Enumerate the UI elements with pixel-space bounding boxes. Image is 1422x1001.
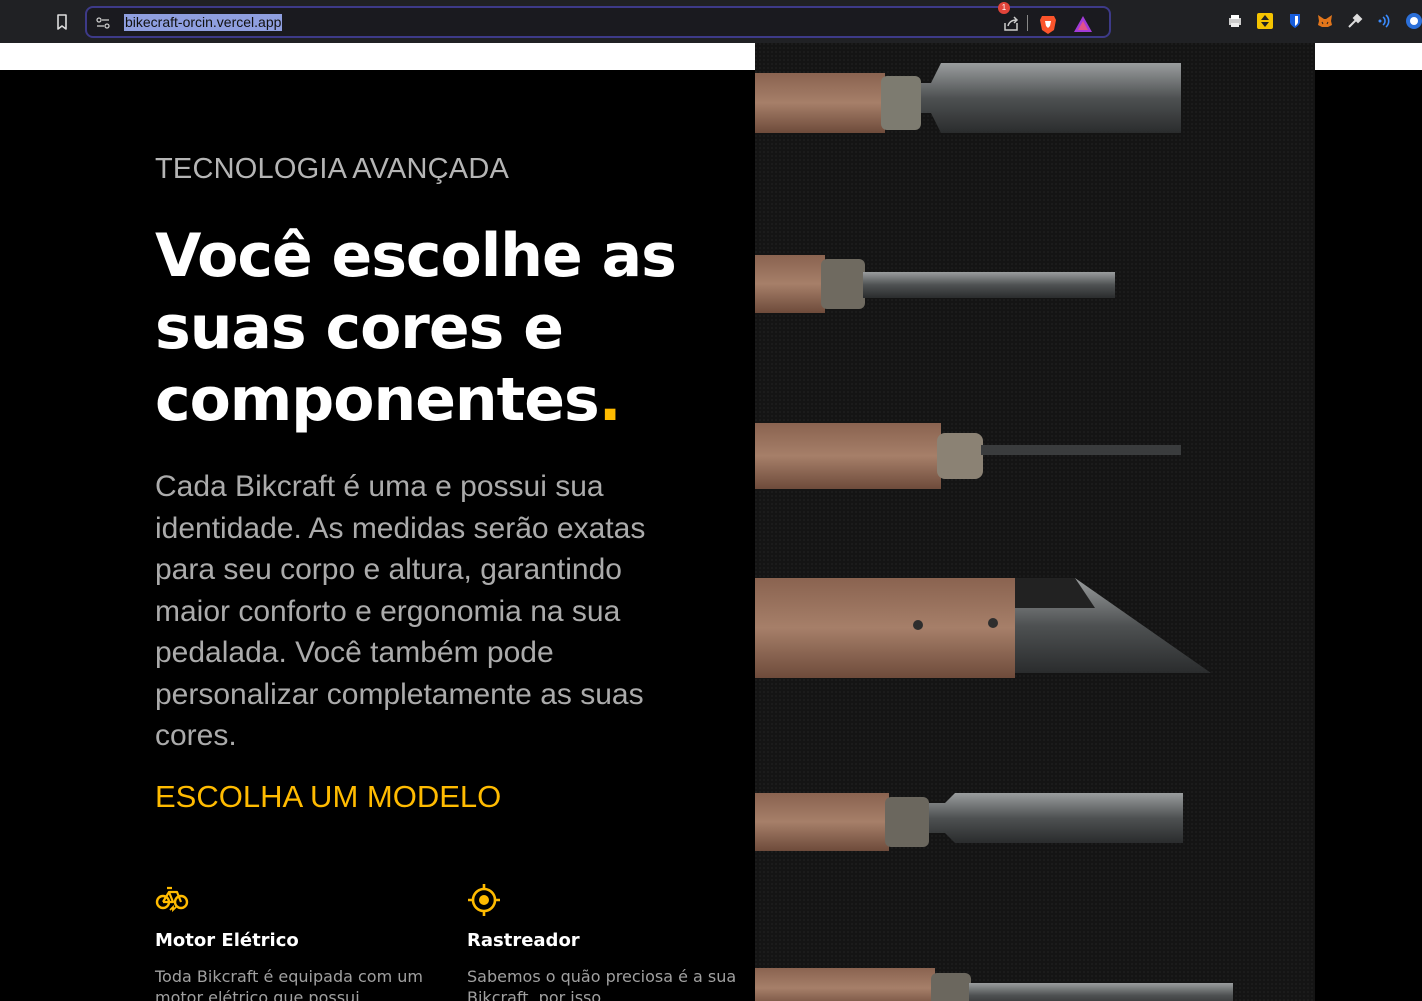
color-picker-icon[interactable] bbox=[1346, 12, 1364, 30]
browser-toolbar: bikecraft-orcin.vercel.app 1 bbox=[0, 0, 1422, 43]
choose-model-link[interactable]: ESCOLHA UM MODELO bbox=[155, 779, 501, 815]
brave-rewards-icon[interactable] bbox=[1072, 13, 1094, 35]
technology-section: TECNOLOGIA AVANÇADA Você escolhe as suas… bbox=[0, 70, 755, 1001]
section-headline: Você escolhe as suas cores e componentes… bbox=[155, 220, 735, 436]
headline-text: Você escolhe as suas cores e componentes bbox=[155, 221, 677, 435]
section-eyebrow: TECNOLOGIA AVANÇADA bbox=[155, 153, 510, 185]
feature-tracker: Rastreador Sabemos o quão preciosa é a s… bbox=[467, 883, 747, 1001]
profile-icon[interactable] bbox=[1405, 12, 1422, 30]
url-text[interactable]: bikecraft-orcin.vercel.app bbox=[124, 14, 283, 31]
section-paragraph: Cada Bikcraft é uma e possui sua identid… bbox=[155, 470, 646, 752]
address-bar[interactable]: bikecraft-orcin.vercel.app bbox=[85, 6, 1111, 38]
print-icon[interactable] bbox=[1226, 12, 1244, 30]
share-icon[interactable] bbox=[1001, 14, 1021, 34]
electric-bike-icon bbox=[155, 886, 189, 913]
tool-wide-gouge bbox=[755, 63, 1181, 133]
target-tracker-icon bbox=[468, 884, 500, 916]
headline-accent-dot: . bbox=[598, 365, 622, 435]
bitwarden-icon[interactable] bbox=[1286, 12, 1304, 30]
carving-tools-photo bbox=[755, 43, 1315, 1001]
urlbar-divider bbox=[1027, 15, 1028, 31]
feature-title: Motor Elétrico bbox=[155, 930, 299, 951]
feature-text: Toda Bikcraft é equipada com um motor el… bbox=[155, 967, 423, 1001]
feature-title: Rastreador bbox=[467, 930, 580, 951]
rewards-badge: 1 bbox=[998, 2, 1010, 14]
tool-flat-chisel bbox=[755, 793, 1183, 851]
wifi-signal-icon[interactable] bbox=[1376, 12, 1394, 30]
extension-yellow-icon[interactable] bbox=[1256, 12, 1274, 30]
right-margin bbox=[1315, 70, 1422, 1001]
site-info-icon[interactable] bbox=[95, 15, 111, 31]
feature-electric-motor: Motor Elétrico Toda Bikcraft é equipada … bbox=[155, 883, 435, 1001]
carving-tools-image bbox=[755, 43, 1315, 1001]
metamask-fox-icon[interactable] bbox=[1316, 12, 1334, 30]
bookmark-icon[interactable] bbox=[52, 12, 72, 32]
brave-lion-icon[interactable] bbox=[1038, 13, 1058, 35]
feature-text: Sabemos o quão preciosa é a sua Bikcraft… bbox=[467, 967, 737, 1001]
